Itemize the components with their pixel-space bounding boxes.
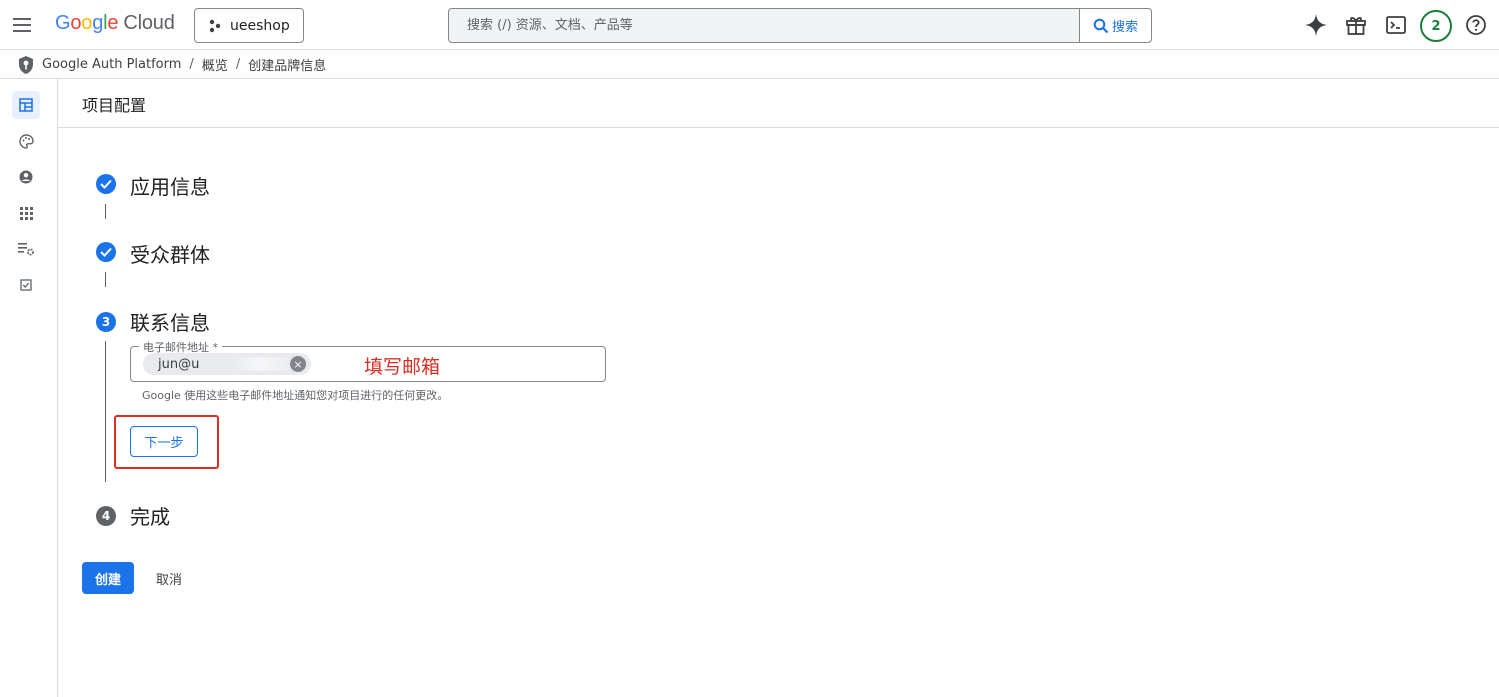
step-connector (105, 204, 106, 219)
search-input[interactable] (449, 9, 1079, 42)
step-2-check-icon (96, 242, 116, 262)
breadcrumb-separator: / (189, 57, 194, 72)
help-icon[interactable] (1464, 13, 1488, 37)
step-contact-info[interactable]: 联系信息 (130, 307, 210, 336)
breadcrumb-overview[interactable]: 概览 (202, 55, 228, 74)
step-4-number: 4 (96, 506, 116, 526)
redacted-blur (228, 357, 294, 371)
breadcrumb-separator: / (235, 57, 241, 72)
gemini-sparkle-icon[interactable] (1304, 13, 1328, 37)
email-chip-text: jun@u (158, 356, 200, 372)
search-button[interactable]: 搜索 (1079, 9, 1151, 42)
step-3-number: 3 (96, 312, 116, 332)
project-nodes-icon (209, 19, 221, 32)
nav-audience-account-icon[interactable] (12, 163, 40, 191)
cloud-shell-terminal-icon[interactable] (1384, 13, 1408, 37)
breadcrumb-google-auth-platform[interactable]: Google Auth Platform (42, 57, 181, 72)
email-chip[interactable]: jun@u × (143, 353, 311, 375)
step-audience[interactable]: 受众群体 (130, 239, 210, 268)
shield-key-icon (19, 55, 33, 74)
step-app-info[interactable]: 应用信息 (130, 171, 210, 200)
gift-icon[interactable] (1344, 13, 1368, 37)
email-helper-text: Google 使用这些电子邮件地址通知您对项目进行的任何更改。 (142, 389, 449, 402)
google-cloud-logo[interactable]: Google Cloud (55, 12, 175, 35)
project-name: ueeshop (230, 17, 290, 34)
step-connector (105, 272, 106, 287)
breadcrumb: Google Auth Platform / 概览 / 创建品牌信息 (0, 51, 1499, 79)
next-step-button[interactable]: 下一步 (130, 426, 198, 457)
left-nav-rail (0, 79, 58, 697)
nav-verification-checkbox-icon[interactable] (12, 271, 40, 299)
title-divider (58, 127, 1499, 128)
search-icon (1093, 18, 1109, 33)
top-bar: GoogleCloud ueeshop 搜索 2 (0, 0, 1499, 50)
step-finish[interactable]: 完成 (130, 501, 170, 530)
cancel-button[interactable]: 取消 (148, 562, 190, 594)
page-title: 项目配置 (82, 96, 147, 115)
step-connector (105, 341, 106, 482)
create-button[interactable]: 创建 (82, 562, 134, 594)
menu-icon[interactable] (10, 13, 34, 37)
nav-clients-grid-icon[interactable] (12, 199, 40, 227)
project-picker-button[interactable]: ueeshop (194, 8, 304, 43)
nav-branding-palette-icon[interactable] (12, 127, 40, 155)
search-bar: 搜索 (448, 8, 1152, 43)
nav-data-access-settings-icon[interactable] (12, 235, 40, 263)
step-1-check-icon (96, 174, 116, 194)
chip-remove-icon[interactable]: × (290, 356, 306, 372)
breadcrumb-current: 创建品牌信息 (248, 59, 327, 74)
notifications-badge[interactable]: 2 (1420, 10, 1452, 42)
nav-overview-dashboard-icon[interactable] (12, 91, 40, 119)
annotation-fill-email: 填写邮箱 (364, 356, 441, 378)
